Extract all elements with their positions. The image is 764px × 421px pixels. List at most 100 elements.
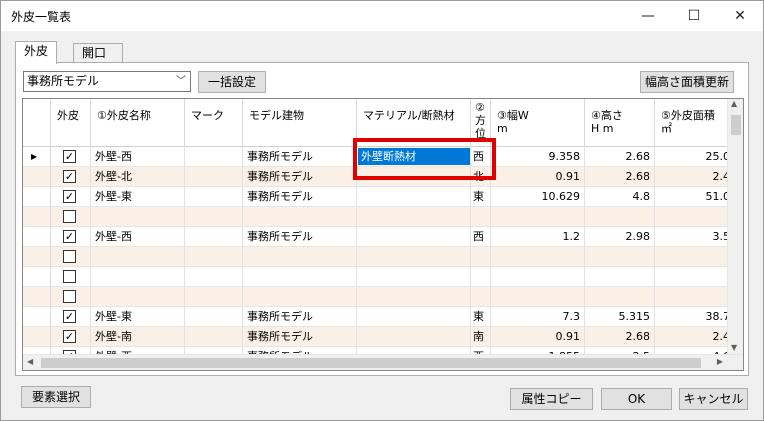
cell-width[interactable] — [491, 267, 585, 287]
col-header-width[interactable]: ③幅W m — [491, 99, 585, 147]
col-header-material[interactable]: マテリアル/断熱材 — [357, 99, 471, 147]
cell-height[interactable] — [585, 287, 655, 307]
cell-height[interactable] — [585, 247, 655, 267]
include-checkbox[interactable]: ✓ — [63, 150, 76, 163]
cell-model[interactable] — [243, 267, 357, 287]
cell-material[interactable] — [357, 167, 471, 187]
col-header-gaihi[interactable]: 外皮 — [51, 99, 91, 147]
table-row[interactable]: ✓ 外壁-東 事務所モデル 東 7.3 5.315 38.7 — [23, 307, 735, 327]
cell-model[interactable]: 事務所モデル — [243, 307, 357, 327]
cell-material[interactable] — [357, 307, 471, 327]
tab-gaihi[interactable]: 外皮 — [15, 41, 57, 64]
cell-mark[interactable] — [185, 307, 243, 327]
cell-width[interactable]: 0.91 — [491, 327, 585, 347]
select-elements-button[interactable]: 要素選択 — [21, 386, 91, 408]
cell-material[interactable] — [357, 287, 471, 307]
row-header[interactable] — [23, 247, 51, 267]
cell-model[interactable]: 事務所モデル — [243, 327, 357, 347]
cell-model[interactable]: 事務所モデル — [243, 147, 357, 167]
cell-name[interactable] — [91, 247, 185, 267]
include-checkbox[interactable] — [63, 270, 76, 283]
cell-dir[interactable]: 西 — [471, 227, 491, 247]
col-header-direction[interactable]: ② 方 位 — [471, 99, 491, 147]
include-checkbox[interactable]: ✓ — [63, 330, 76, 343]
cell-area[interactable]: 2.4 — [655, 167, 735, 187]
cell-mark[interactable] — [185, 287, 243, 307]
cell-area[interactable] — [655, 287, 735, 307]
col-header-mark[interactable]: マーク — [185, 99, 243, 147]
cell-width[interactable] — [491, 287, 585, 307]
cell-name[interactable]: 外壁-南 — [91, 327, 185, 347]
include-checkbox[interactable]: ✓ — [63, 230, 76, 243]
cell-dir[interactable]: 東 — [471, 187, 491, 207]
copy-attributes-button[interactable]: 属性コピー — [510, 388, 593, 410]
scroll-up-icon[interactable]: ▲ — [731, 99, 737, 108]
table-row[interactable] — [23, 287, 735, 307]
row-header[interactable] — [23, 207, 51, 227]
cell-model[interactable] — [243, 287, 357, 307]
cell-dir[interactable]: 西 — [471, 147, 491, 167]
cell-mark[interactable] — [185, 187, 243, 207]
cell-name[interactable]: 外壁-北 — [91, 167, 185, 187]
table-row[interactable] — [23, 247, 735, 267]
include-checkbox[interactable] — [63, 210, 76, 223]
cell-area[interactable]: 2.4 — [655, 327, 735, 347]
cell-mark[interactable] — [185, 247, 243, 267]
row-header[interactable] — [23, 227, 51, 247]
table-row[interactable]: ✓ 外壁-北 事務所モデル 北 0.91 2.68 2.4 — [23, 167, 735, 187]
cancel-button[interactable]: キャンセル — [679, 388, 748, 410]
cell-material[interactable] — [357, 267, 471, 287]
cell-material[interactable] — [357, 227, 471, 247]
cell-height[interactable]: 2.68 — [585, 167, 655, 187]
col-header-area[interactable]: ⑤外皮面積 ㎡ — [655, 99, 735, 147]
cell-dir[interactable] — [471, 247, 491, 267]
cell-area[interactable] — [655, 247, 735, 267]
cell-area[interactable]: 3.5 — [655, 227, 735, 247]
cell-name[interactable] — [91, 267, 185, 287]
cell-area[interactable]: 51.0 — [655, 187, 735, 207]
cell-area[interactable]: 25.0 — [655, 147, 735, 167]
cell-height[interactable]: 5.315 — [585, 307, 655, 327]
cell-height[interactable]: 2.68 — [585, 327, 655, 347]
cell-dir[interactable] — [471, 267, 491, 287]
row-header[interactable]: ▶ — [23, 147, 51, 167]
cell-width[interactable] — [491, 207, 585, 227]
horizontal-scrollbar[interactable]: ◀ ▶ — [23, 354, 743, 370]
include-checkbox[interactable] — [63, 250, 76, 263]
cell-dir[interactable]: 東 — [471, 307, 491, 327]
row-header[interactable] — [23, 327, 51, 347]
horizontal-scroll-thumb[interactable] — [41, 358, 701, 368]
model-select[interactable]: 事務所モデル ﹀ — [23, 71, 191, 92]
cell-width[interactable]: 7.3 — [491, 307, 585, 327]
row-header[interactable] — [23, 267, 51, 287]
scroll-right-icon[interactable]: ▶ — [717, 357, 723, 366]
maximize-button[interactable]: ☐ — [671, 1, 717, 31]
row-header[interactable] — [23, 307, 51, 327]
cell-width[interactable]: 0.91 — [491, 167, 585, 187]
col-header-height[interactable]: ④高さ H m — [585, 99, 655, 147]
cell-mark[interactable] — [185, 267, 243, 287]
cell-area[interactable] — [655, 267, 735, 287]
cell-name[interactable]: 外壁-東 — [91, 307, 185, 327]
cell-name[interactable]: 外壁-西 — [91, 227, 185, 247]
cell-width[interactable] — [491, 247, 585, 267]
minimize-button[interactable]: — — [625, 1, 671, 31]
table-row[interactable] — [23, 267, 735, 287]
cell-name[interactable] — [91, 207, 185, 227]
row-header[interactable] — [23, 187, 51, 207]
table-row[interactable]: ✓ 外壁-南 事務所モデル 南 0.91 2.68 2.4 — [23, 327, 735, 347]
cell-material[interactable] — [357, 187, 471, 207]
cell-dir[interactable] — [471, 207, 491, 227]
include-checkbox[interactable]: ✓ — [63, 170, 76, 183]
include-checkbox[interactable]: ✓ — [63, 310, 76, 323]
cell-area[interactable]: 38.7 — [655, 307, 735, 327]
cell-name[interactable]: 外壁-東 — [91, 187, 185, 207]
cell-height[interactable] — [585, 207, 655, 227]
cell-mark[interactable] — [185, 167, 243, 187]
scroll-down-icon[interactable]: ▼ — [731, 343, 737, 352]
vertical-scroll-thumb[interactable] — [731, 115, 741, 135]
include-checkbox[interactable] — [63, 290, 76, 303]
row-header[interactable] — [23, 167, 51, 187]
cell-mark[interactable] — [185, 227, 243, 247]
cell-model[interactable]: 事務所モデル — [243, 227, 357, 247]
